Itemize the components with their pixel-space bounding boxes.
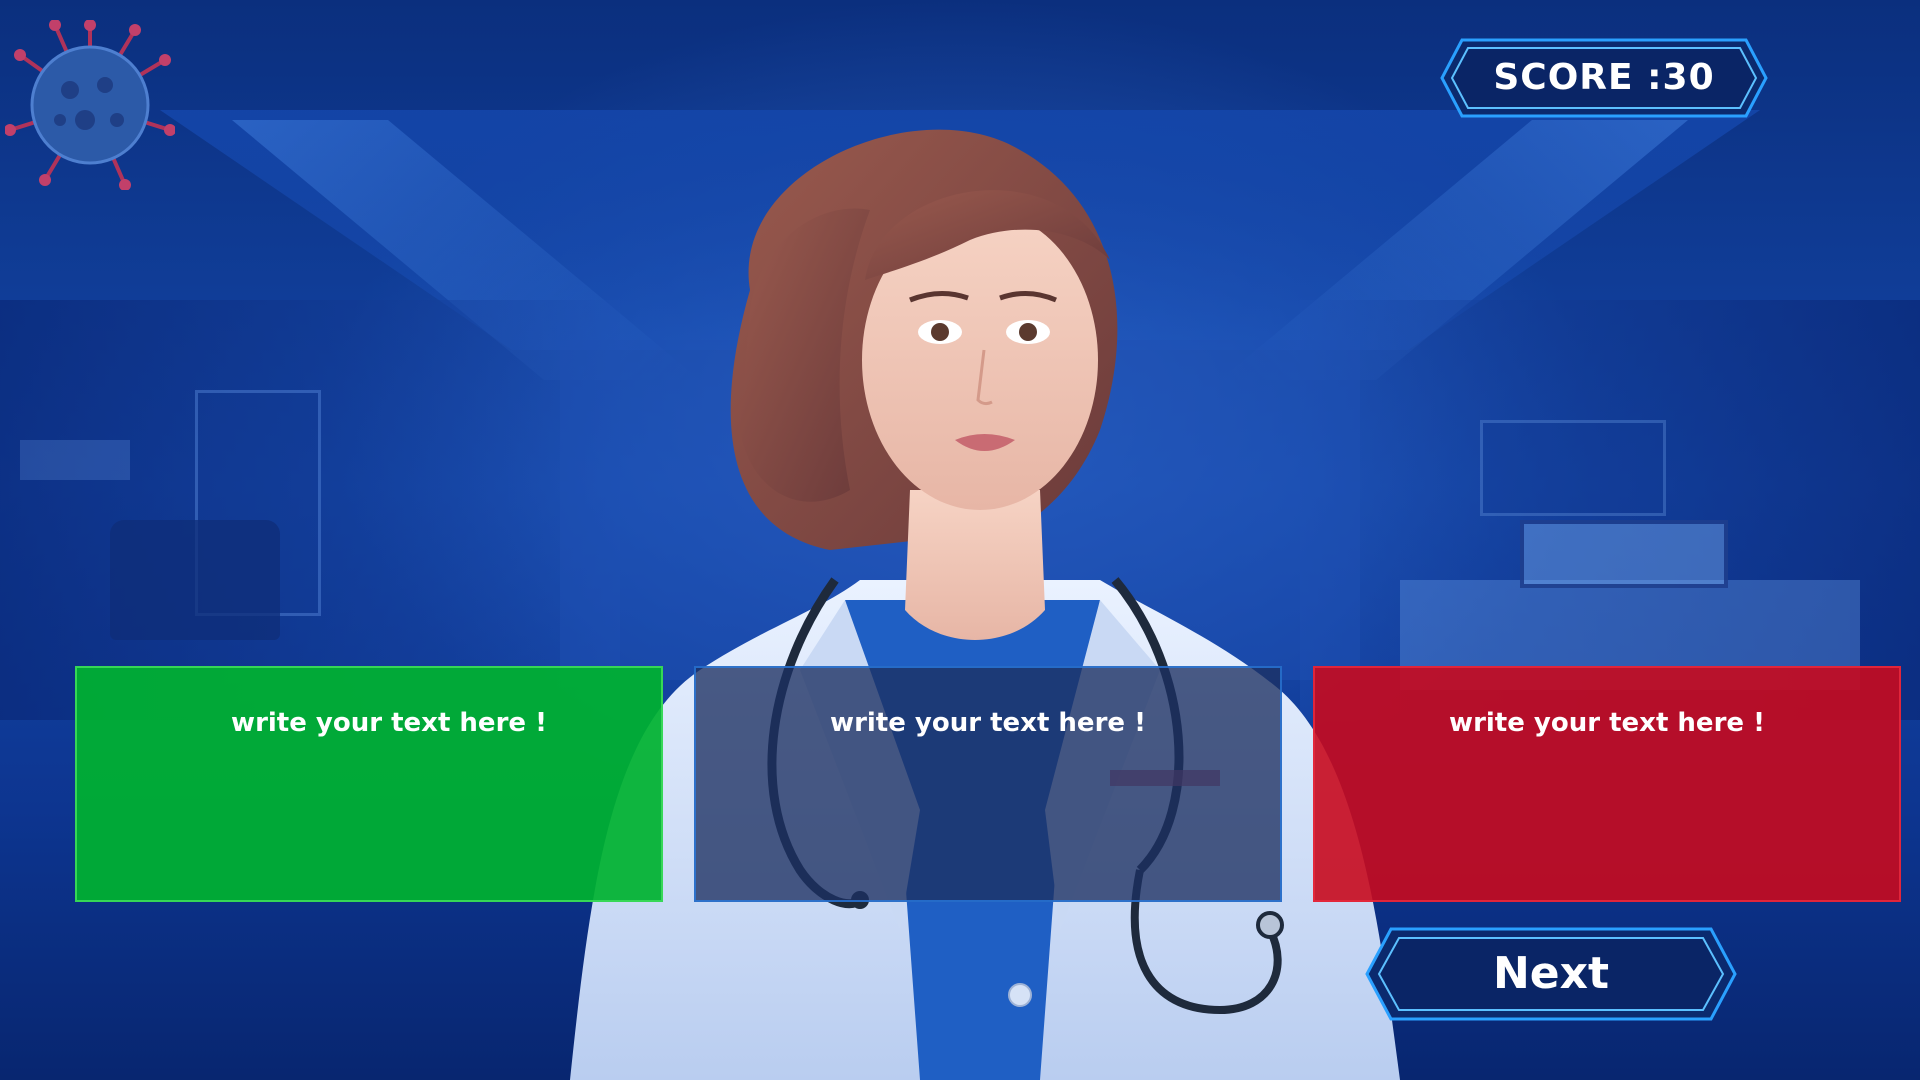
answer-option-2[interactable]: write your text here !	[694, 666, 1282, 902]
next-button[interactable]: Next	[1353, 927, 1749, 1021]
answer-option-1-label: write your text here !	[231, 708, 547, 738]
score-label: SCORE :30	[1493, 57, 1715, 98]
answer-option-3[interactable]: write your text here !	[1313, 666, 1901, 902]
answer-option-2-label: write your text here !	[830, 708, 1146, 738]
background-monitor	[1520, 520, 1728, 588]
next-button-label: Next	[1492, 948, 1610, 999]
answer-option-1[interactable]: write your text here !	[75, 666, 663, 902]
virus-icon	[5, 20, 175, 190]
game-scene	[0, 0, 1920, 1080]
answer-option-3-label: write your text here !	[1449, 708, 1765, 738]
background-shelf-right	[1480, 420, 1666, 516]
background-chair	[110, 520, 280, 640]
score-display: SCORE :30	[1428, 38, 1780, 118]
background-shelf-left	[20, 440, 130, 480]
doctor-character	[570, 129, 1400, 1080]
